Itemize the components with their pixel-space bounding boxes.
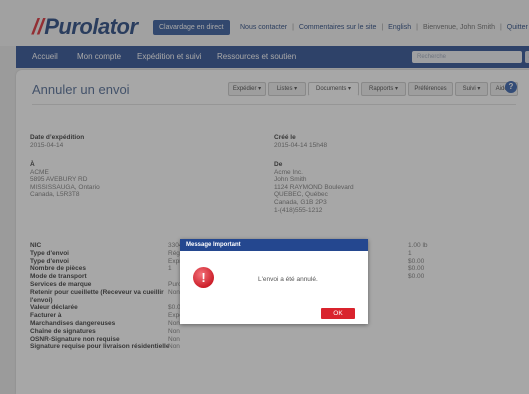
dialog-message: L'envoi a été annulé. xyxy=(258,276,318,283)
ok-button[interactable]: OK xyxy=(321,308,355,319)
modal-backdrop xyxy=(0,0,529,394)
dialog-title: Message Important xyxy=(180,239,368,251)
alert-icon: ! xyxy=(193,267,214,288)
message-dialog: Message Important ! L'envoi a été annulé… xyxy=(180,239,368,324)
